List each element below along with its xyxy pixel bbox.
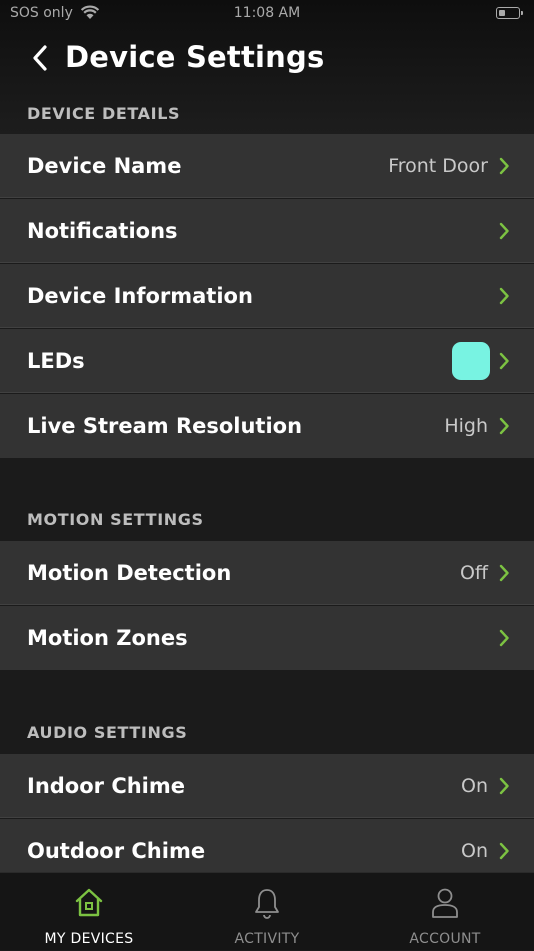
- row-label: Device Name: [27, 154, 182, 178]
- bell-icon: [255, 889, 279, 919]
- chevron-right-icon: [499, 629, 509, 647]
- row-label: Device Information: [27, 284, 253, 308]
- chevron-right-icon: [499, 417, 509, 435]
- status-bar: SOS only 11:08 AM: [0, 0, 534, 28]
- row-label: Motion Zones: [27, 626, 188, 650]
- row-label: Motion Detection: [27, 561, 232, 585]
- tab-label: ACTIVITY: [234, 931, 300, 947]
- led-color-swatch[interactable]: [452, 342, 490, 380]
- row-label: Live Stream Resolution: [27, 414, 303, 438]
- chevron-right-icon: [499, 287, 509, 305]
- battery-icon: [496, 7, 523, 19]
- section-header-motion-settings: MOTION SETTINGS: [27, 510, 204, 529]
- row-leds[interactable]: LEDs: [0, 329, 534, 393]
- row-live-stream-resolution[interactable]: Live Stream Resolution High: [0, 394, 534, 458]
- tab-activity[interactable]: ACTIVITY: [178, 873, 356, 951]
- row-label: Indoor Chime: [27, 774, 186, 798]
- tab-my-devices[interactable]: MY DEVICES: [0, 873, 178, 951]
- back-button[interactable]: [30, 43, 52, 73]
- user-icon: [432, 888, 458, 918]
- chevron-right-icon: [499, 777, 509, 795]
- chevron-right-icon: [499, 564, 509, 582]
- chevron-right-icon: [499, 157, 509, 175]
- page-title: Device Settings: [65, 40, 325, 74]
- row-label: Notifications: [27, 219, 178, 243]
- row-device-information[interactable]: Device Information: [0, 264, 534, 328]
- section-header-device-details: DEVICE DETAILS: [27, 104, 181, 123]
- chevron-right-icon: [499, 352, 509, 370]
- tab-label: MY DEVICES: [44, 931, 134, 947]
- row-notifications[interactable]: Notifications: [0, 199, 534, 263]
- chevron-right-icon: [499, 842, 509, 860]
- row-value: On: [461, 775, 488, 797]
- tab-bar: MY DEVICES ACTIVITY ACCOUNT: [0, 872, 534, 950]
- row-motion-zones[interactable]: Motion Zones: [0, 606, 534, 670]
- section-header-audio-settings: AUDIO SETTINGS: [27, 723, 188, 742]
- chevron-right-icon: [499, 222, 509, 240]
- row-value: Front Door: [388, 155, 488, 177]
- row-indoor-chime[interactable]: Indoor Chime On: [0, 754, 534, 818]
- tab-label: ACCOUNT: [409, 931, 481, 947]
- status-time: 11:08 AM: [233, 5, 301, 21]
- row-label: LEDs: [27, 349, 85, 373]
- row-motion-detection[interactable]: Motion Detection Off: [0, 541, 534, 605]
- row-value: Off: [459, 562, 488, 584]
- row-device-name[interactable]: Device Name Front Door: [0, 134, 534, 198]
- tab-account[interactable]: ACCOUNT: [356, 873, 534, 951]
- home-icon: [75, 888, 103, 917]
- row-value: High: [444, 415, 488, 437]
- chevron-left-icon: [33, 45, 47, 71]
